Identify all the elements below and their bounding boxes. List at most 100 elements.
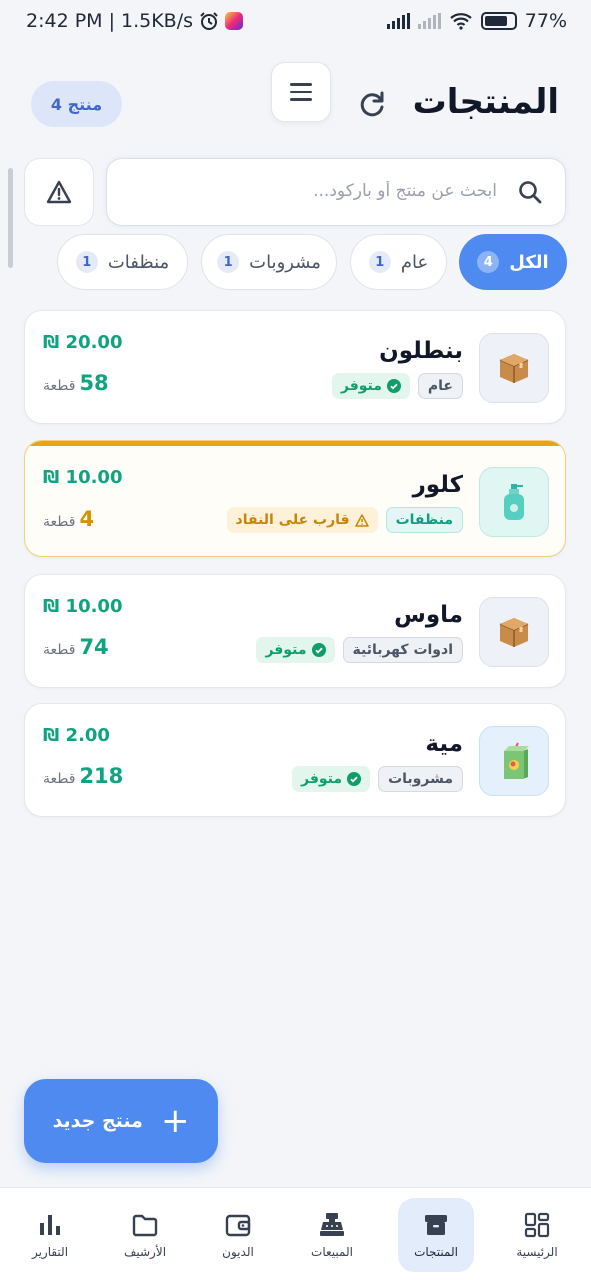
nav-item-home[interactable]: الرئيسية — [499, 1198, 575, 1272]
soap-bottle-icon — [504, 484, 524, 520]
filter-chip-cleaners[interactable]: منظفات 1 — [57, 234, 188, 290]
filter-chip-count: 1 — [368, 251, 391, 273]
filter-chip-label: عام — [400, 251, 429, 273]
quantity-unit: قطعة — [43, 771, 76, 787]
status-badge: متوفر — [256, 637, 335, 663]
search-input[interactable] — [127, 159, 497, 223]
quantity-value: 74 — [79, 635, 109, 659]
product-tags: منظفات قارب على النفاد — [226, 507, 463, 533]
product-card[interactable]: بنطلون عام متوفر ₪ 20.00 قطعة 58 — [24, 310, 566, 424]
wallet-icon — [225, 1214, 251, 1237]
hamburger-menu-icon — [290, 83, 312, 86]
nav-item-products[interactable]: المنتجات — [398, 1198, 474, 1272]
bar-chart-icon — [40, 1215, 60, 1235]
product-thumbnail — [479, 726, 549, 796]
filter-chip-label: الكل — [509, 251, 549, 273]
product-quantity: قطعة 218 — [43, 764, 123, 788]
low-stock-filter-button[interactable] — [24, 158, 94, 226]
product-thumbnail — [479, 597, 549, 667]
signal-2-icon — [417, 13, 441, 29]
wifi-icon — [450, 13, 472, 30]
status-text: متوفر — [340, 378, 382, 394]
nav-label: المبيعات — [311, 1245, 353, 1259]
folder-icon — [132, 1214, 158, 1237]
status-badge: قارب على النفاد — [226, 507, 378, 533]
battery-icon — [480, 12, 517, 30]
page-title: المنتجات — [412, 82, 559, 122]
add-product-label: منتج جديد — [52, 1110, 143, 1132]
check-circle-icon — [347, 772, 362, 786]
product-tags: مشروبات متوفر — [292, 766, 463, 792]
nav-label: التقارير — [31, 1245, 69, 1259]
instagram-icon — [225, 12, 244, 30]
filter-chip-general[interactable]: عام 1 — [350, 234, 447, 290]
product-card[interactable]: ماوس ادوات كهربائية متوفر ₪ 10.00 قطعة 7… — [24, 574, 566, 688]
product-name: ماوس — [394, 602, 463, 628]
nav-item-archive[interactable]: الأرشيف — [107, 1198, 183, 1272]
bottom-navigation: الرئيسية المنتجات المبيعات الديون الأرشي… — [0, 1187, 591, 1280]
status-badge: متوفر — [331, 373, 410, 399]
filter-chip-count: 1 — [75, 251, 98, 273]
filter-chip-label: مشروبات — [249, 251, 321, 273]
nav-label: الديون — [222, 1245, 254, 1259]
quantity-unit: قطعة — [43, 378, 76, 394]
menu-button[interactable] — [271, 62, 331, 122]
product-card[interactable]: مية مشروبات متوفر ₪ 2.00 قطعة 218 — [24, 703, 566, 817]
nav-label: المنتجات — [414, 1245, 458, 1259]
check-circle-icon — [311, 643, 326, 657]
hamburger-line — [290, 90, 312, 94]
nav-label: الأرشيف — [123, 1245, 167, 1259]
alarm-icon — [200, 12, 218, 30]
category-tag: مشروبات — [378, 766, 463, 792]
refresh-icon[interactable] — [356, 88, 388, 120]
nav-label: الرئيسية — [516, 1245, 558, 1259]
status-bar: 2:42 PM | 1.5KB/s 77% — [0, 0, 591, 44]
status-text: متوفر — [301, 771, 343, 787]
product-name: مية — [425, 731, 463, 757]
category-tag: منظفات — [385, 507, 463, 533]
status-text: متوفر — [265, 642, 307, 658]
product-quantity: قطعة 74 — [43, 635, 109, 659]
product-thumbnail — [479, 467, 549, 537]
warning-icon — [46, 180, 72, 204]
quantity-value: 4 — [79, 507, 95, 531]
filter-chip-label: منظفات — [107, 251, 170, 273]
quantity-value: 58 — [79, 371, 109, 395]
quantity-unit: قطعة — [43, 514, 76, 530]
search-icon — [519, 181, 542, 204]
filter-chip-count: 1 — [217, 251, 240, 273]
product-price: ₪ 20.00 — [43, 332, 123, 353]
status-badge: متوفر — [292, 766, 371, 792]
scrollbar[interactable] — [8, 168, 13, 268]
nav-item-sales[interactable]: المبيعات — [294, 1198, 370, 1272]
product-tags: ادوات كهربائية متوفر — [256, 637, 463, 663]
status-speed: | 1.5KB/s — [108, 10, 194, 32]
box-icon — [499, 354, 529, 383]
product-quantity: قطعة 4 — [43, 507, 94, 531]
cash-register-icon — [320, 1213, 344, 1236]
check-circle-icon — [386, 379, 401, 393]
dashboard-grid-icon — [524, 1212, 550, 1238]
nav-item-debts[interactable]: الديون — [200, 1198, 276, 1272]
archive-box-icon — [425, 1215, 447, 1235]
add-product-button[interactable]: منتج جديد + — [24, 1079, 218, 1163]
product-name: بنطلون — [379, 338, 463, 364]
filter-chip-drinks[interactable]: مشروبات 1 — [201, 234, 337, 290]
category-tag: عام — [417, 373, 463, 399]
quantity-unit: قطعة — [43, 642, 76, 658]
product-card[interactable]: كلور منظفات قارب على النفاد ₪ 10.00 قطعة… — [24, 440, 566, 557]
filter-chip-all[interactable]: الكل 4 — [459, 234, 567, 290]
plus-icon: + — [160, 1101, 190, 1141]
box-icon — [499, 618, 529, 647]
warning-icon — [354, 513, 369, 527]
product-count-badge: 4 منتج — [31, 81, 122, 127]
product-name: كلور — [412, 472, 463, 498]
nav-item-reports[interactable]: التقارير — [12, 1198, 88, 1272]
hamburger-line — [290, 98, 312, 101]
product-price: ₪ 10.00 — [43, 596, 123, 617]
category-tag: ادوات كهربائية — [342, 637, 463, 663]
status-left: 2:42 PM | 1.5KB/s — [26, 10, 244, 32]
status-text: قارب على النفاد — [235, 512, 350, 528]
signal-icon — [386, 13, 410, 29]
quantity-value: 218 — [79, 764, 124, 788]
